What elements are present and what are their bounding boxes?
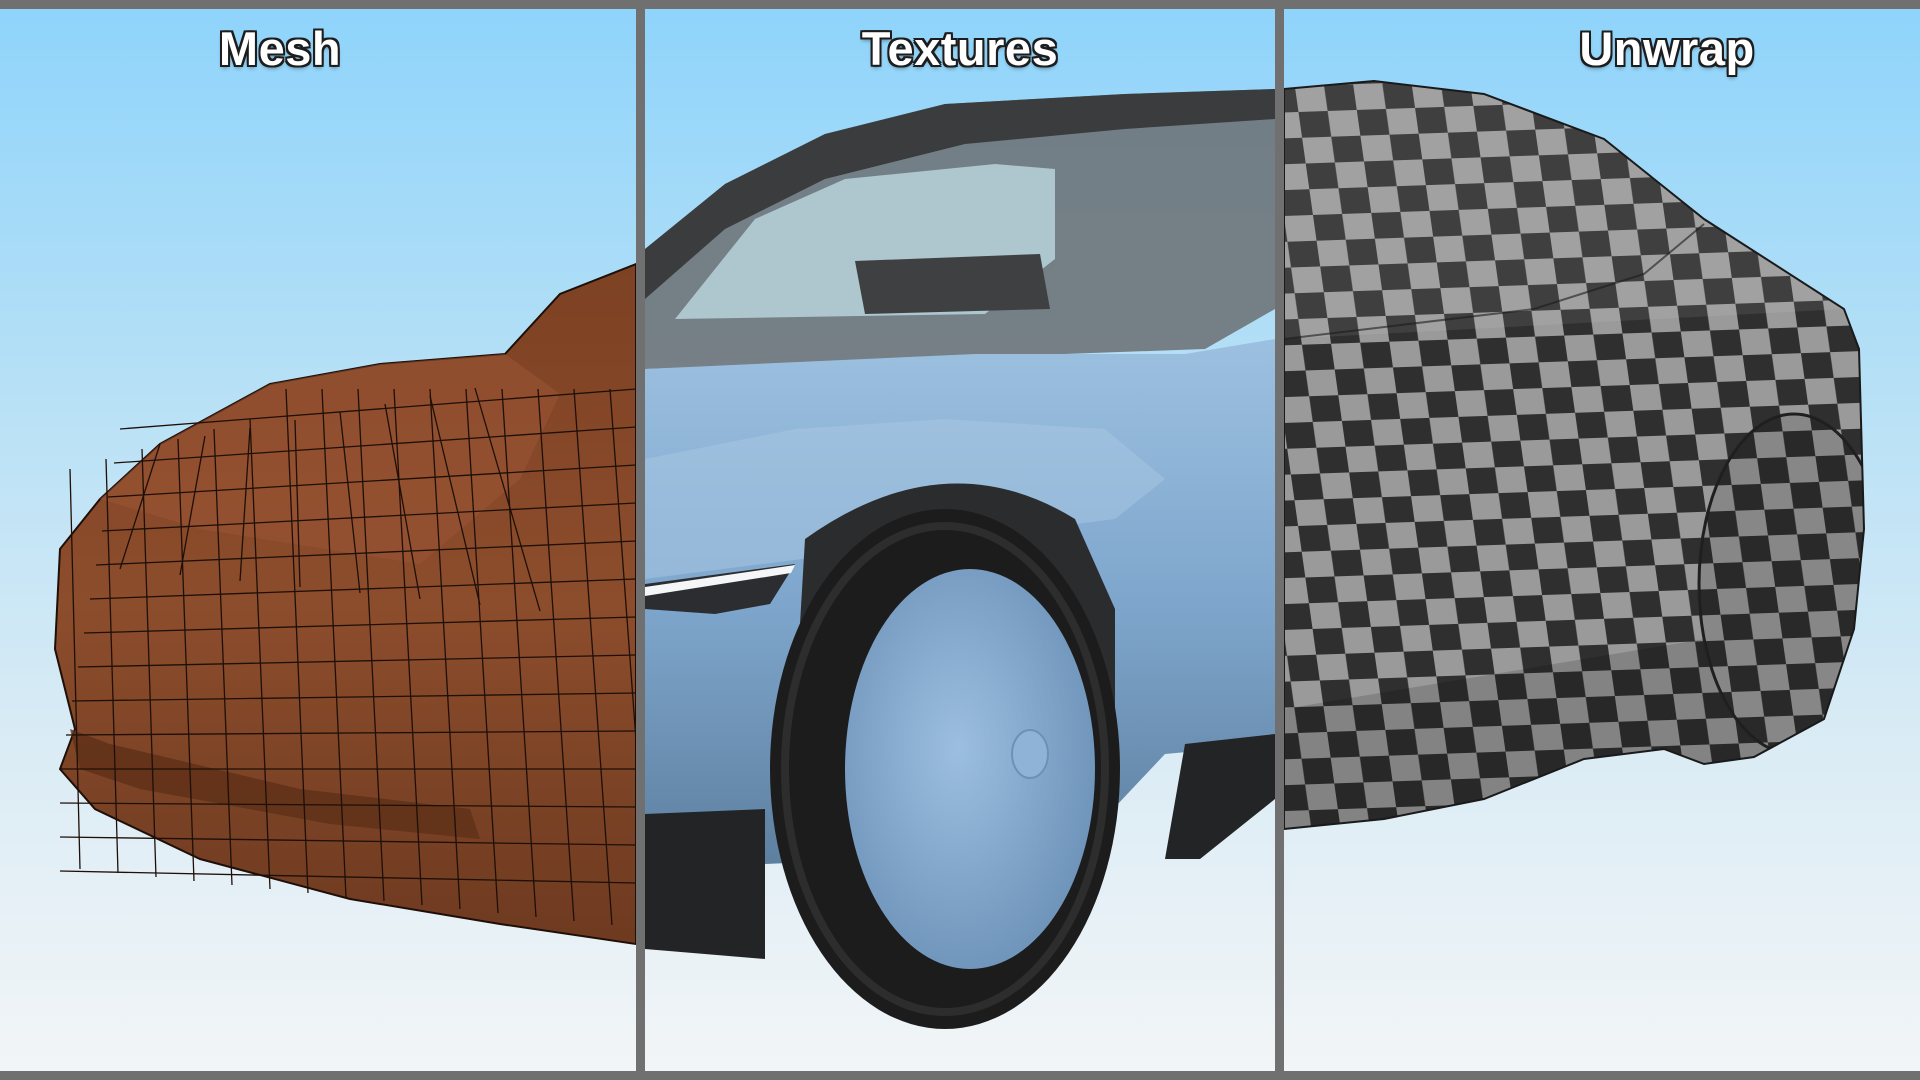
mesh-panel: Mesh bbox=[0, 9, 636, 1071]
mesh-title: Mesh bbox=[218, 22, 342, 75]
unwrap-car-render bbox=[1284, 79, 1866, 831]
textures-title: Textures bbox=[861, 22, 1059, 75]
unwrap-title: Unwrap bbox=[1579, 22, 1755, 75]
wheel-hubcap bbox=[845, 569, 1095, 969]
textures-panel: Textures bbox=[645, 9, 1275, 1071]
unwrap-panel: Unwrap bbox=[1284, 9, 1920, 1071]
turntable-comparison: Mesh Textures Unwrap bbox=[0, 0, 1920, 1080]
textured-car-render bbox=[645, 89, 1275, 1029]
mesh-car-body bbox=[53, 262, 636, 946]
mesh-car-render bbox=[53, 262, 636, 946]
